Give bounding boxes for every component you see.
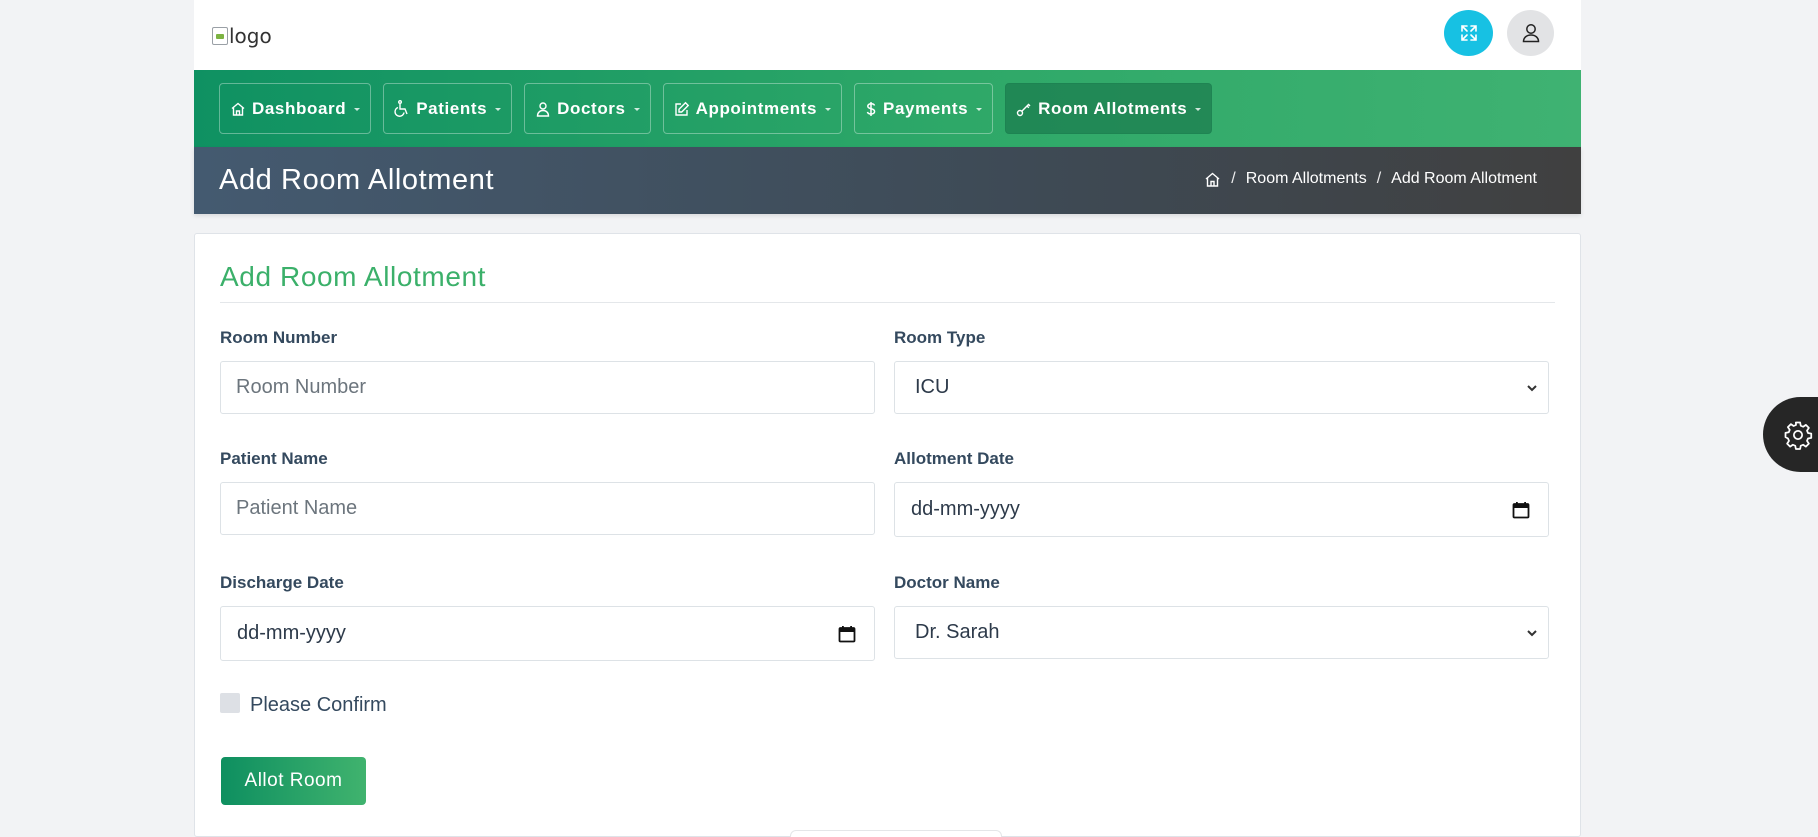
- confirm-checkbox[interactable]: [220, 693, 240, 713]
- allotment-date-value: dd-mm-yyyy: [911, 498, 1020, 520]
- nav-label: Dashboard: [252, 98, 347, 118]
- doctor-name-select[interactable]: Dr. Sarah: [894, 606, 1549, 659]
- caret-down-icon: [495, 107, 502, 111]
- dollar-icon: [866, 101, 876, 116]
- main-nav: Dashboard Patients Doctors Appointments …: [194, 70, 1581, 147]
- footer-tab: [790, 830, 1002, 837]
- settings-toggle[interactable]: [1763, 397, 1818, 472]
- page-header: Add Room Allotment / Room Allotments / A…: [194, 147, 1581, 214]
- fullscreen-button[interactable]: [1444, 10, 1493, 56]
- nav-label: Patients: [416, 98, 488, 118]
- logo[interactable]: logo: [212, 24, 272, 48]
- confirm-label[interactable]: Please Confirm: [250, 694, 387, 717]
- allotment-date-input[interactable]: dd-mm-yyyy: [894, 482, 1549, 537]
- nav-label: Appointments: [695, 98, 818, 118]
- patient-name-placeholder: Patient Name: [236, 497, 358, 519]
- doctor-name-value: Dr. Sarah: [915, 621, 1000, 643]
- breadcrumb-current: Add Room Allotment: [1391, 170, 1537, 187]
- room-type-select[interactable]: ICU: [894, 361, 1549, 414]
- room-number-label: Room Number: [220, 328, 338, 347]
- discharge-date-label: Discharge Date: [220, 573, 344, 592]
- caret-down-icon: [976, 107, 983, 111]
- nav-room-allotments[interactable]: Room Allotments: [1005, 83, 1213, 134]
- allotment-date-label: Allotment Date: [894, 449, 1014, 468]
- doctor-name-label: Doctor Name: [894, 573, 1000, 592]
- breadcrumb-room-allotments[interactable]: Room Allotments: [1246, 170, 1367, 188]
- nav-patients[interactable]: Patients: [383, 83, 513, 134]
- app-container: logo Dashboard Patients Doctors Appointm…: [194, 0, 1581, 837]
- user-menu-button[interactable]: [1507, 10, 1554, 56]
- top-header: logo: [194, 0, 1581, 70]
- home-icon: [231, 102, 245, 116]
- key-icon: [1016, 103, 1031, 116]
- page-title: Add Room Allotment: [219, 164, 495, 196]
- edit-icon: [674, 101, 689, 116]
- room-number-placeholder: Room Number: [236, 376, 367, 398]
- chevron-down-icon: [1527, 385, 1537, 392]
- caret-down-icon: [1195, 107, 1202, 111]
- logo-alt-text: logo: [229, 24, 272, 48]
- caret-down-icon: [633, 107, 640, 111]
- nav-doctors[interactable]: Doctors: [524, 83, 651, 134]
- nav-label: Doctors: [557, 98, 626, 118]
- expand-icon: [1460, 25, 1477, 41]
- wheelchair-icon: [394, 100, 408, 117]
- room-number-input[interactable]: Room Number: [220, 361, 875, 414]
- calendar-icon[interactable]: [838, 625, 856, 643]
- divider: [220, 302, 1555, 303]
- patient-name-label: Patient Name: [220, 449, 328, 468]
- nav-appointments[interactable]: Appointments: [662, 83, 843, 134]
- breadcrumb-separator: /: [1231, 170, 1236, 187]
- nav-label: Room Allotments: [1038, 98, 1188, 118]
- patient-name-input[interactable]: Patient Name: [220, 482, 875, 535]
- breadcrumb: / Room Allotments / Add Room Allotment: [1204, 170, 1537, 188]
- discharge-date-input[interactable]: dd-mm-yyyy: [220, 606, 875, 661]
- broken-image-icon: [212, 27, 228, 45]
- calendar-icon[interactable]: [1512, 501, 1530, 519]
- room-type-value: ICU: [915, 376, 950, 398]
- gear-icon: [1784, 421, 1813, 450]
- nav-payments[interactable]: Payments: [854, 83, 994, 134]
- nav-dashboard[interactable]: Dashboard: [219, 83, 372, 134]
- card-title: Add Room Allotment: [220, 261, 487, 292]
- discharge-date-value: dd-mm-yyyy: [237, 622, 346, 644]
- chevron-down-icon: [1527, 630, 1537, 637]
- room-type-label: Room Type: [894, 328, 986, 347]
- user-icon: [1522, 24, 1539, 43]
- allot-room-button[interactable]: Allot Room: [221, 757, 366, 805]
- nav-label: Payments: [883, 98, 969, 118]
- form-card: Add Room Allotment Room Number Room Numb…: [194, 233, 1581, 837]
- breadcrumb-separator: /: [1376, 170, 1382, 187]
- home-icon[interactable]: [1204, 171, 1221, 188]
- caret-down-icon: [354, 107, 361, 111]
- caret-down-icon: [825, 107, 832, 111]
- doctor-icon: [536, 101, 550, 117]
